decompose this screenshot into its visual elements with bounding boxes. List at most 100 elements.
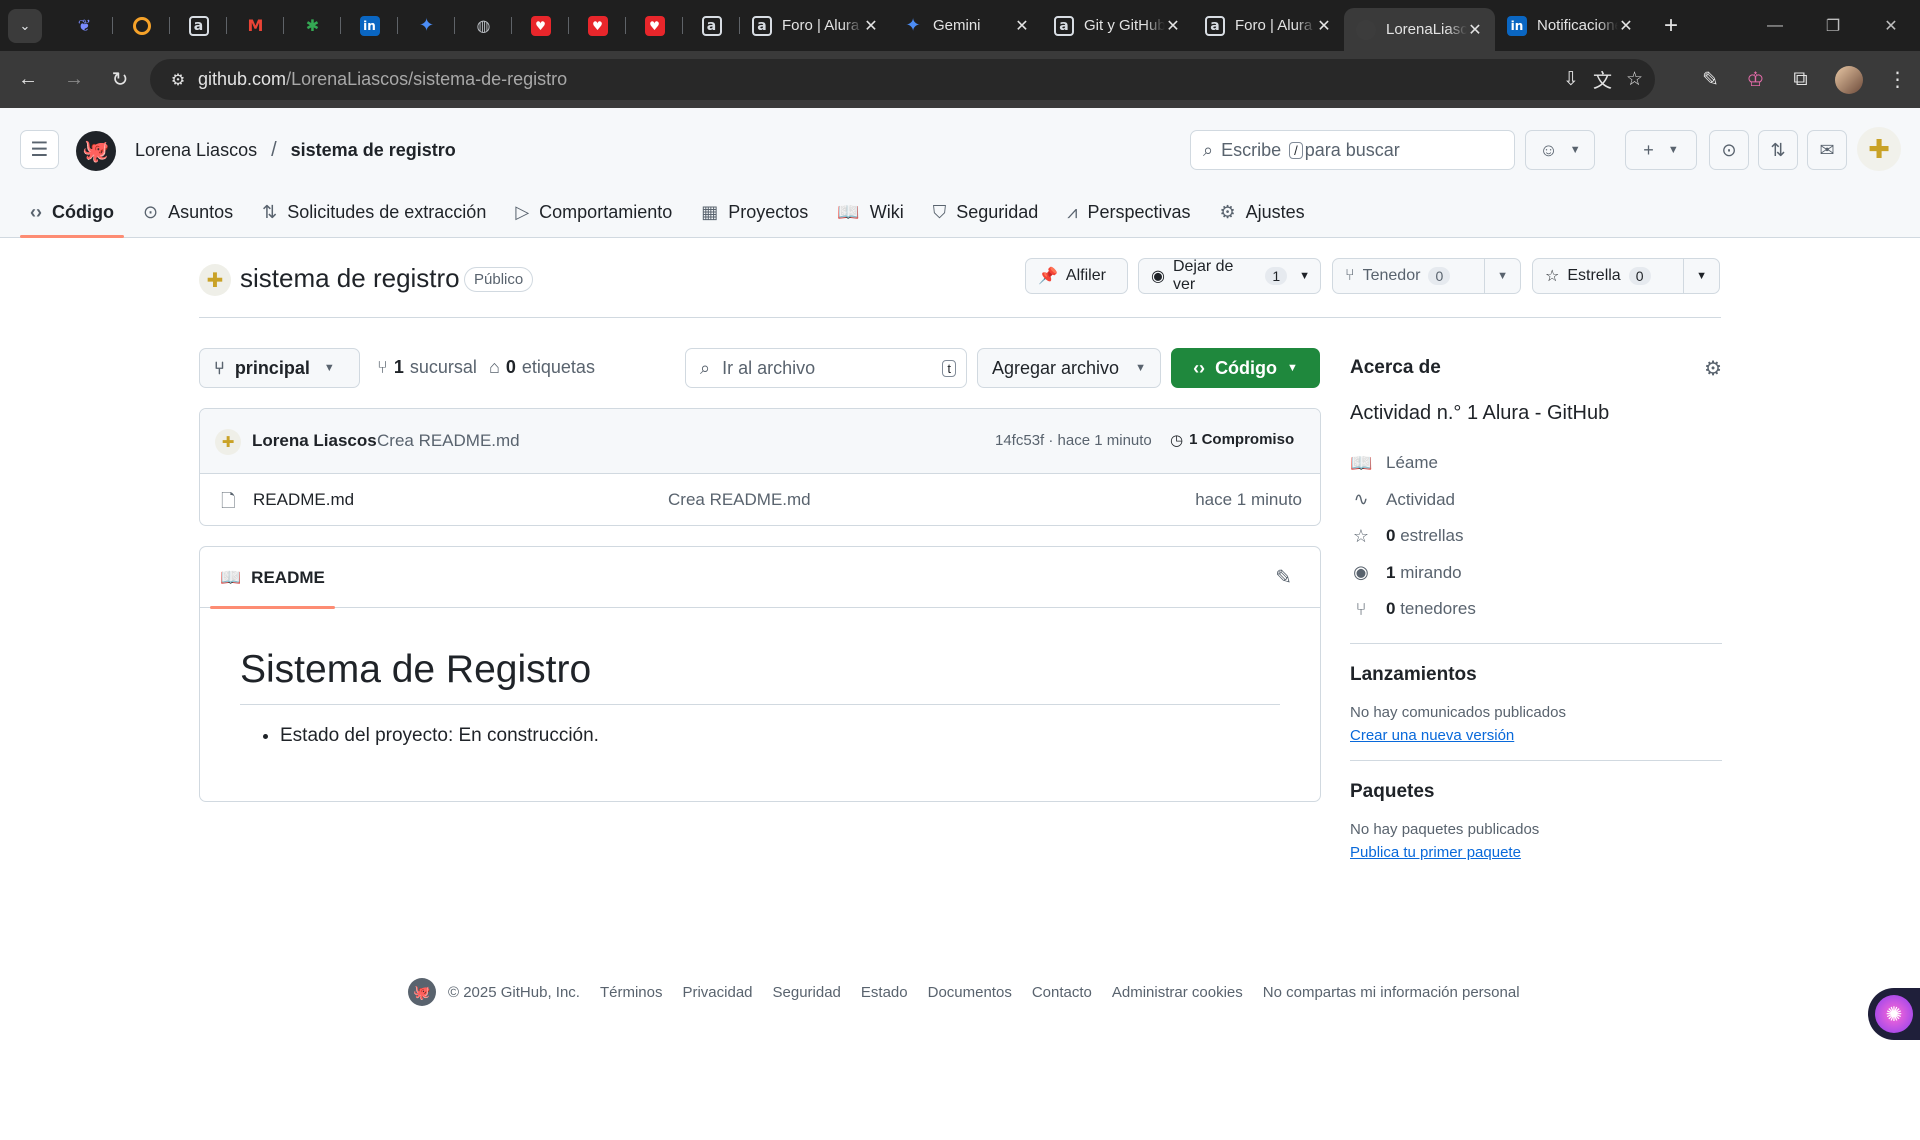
fork-button[interactable]: ⑂ Tenedor 0 ▼	[1332, 258, 1521, 294]
pinned-tab[interactable]: a	[683, 0, 740, 51]
bookmark-star-icon[interactable]: ☆	[1626, 68, 1643, 91]
code-button[interactable]: ‹› Código ▼	[1171, 348, 1320, 388]
footer-link[interactable]: Contacto	[1032, 984, 1092, 1001]
site-info-icon[interactable]: ⚙	[158, 70, 198, 90]
address-bar[interactable]: ⚙ github.com/LorenaLiascos/sistema-de-re…	[150, 59, 1655, 100]
add-file-button[interactable]: Agregar archivo ▼	[977, 348, 1161, 388]
url-text[interactable]: github.com/LorenaLiascos/sistema-de-regi…	[198, 69, 567, 90]
profile-avatar[interactable]	[1835, 65, 1863, 94]
repo-nav-tab[interactable]: ⊙ Asuntos	[133, 186, 243, 238]
global-search-input[interactable]: ⌕ Escribe / para buscar	[1190, 130, 1515, 170]
ai-assistant-bubble[interactable]: ✺	[1868, 988, 1920, 1040]
readme-tab[interactable]: 📖 README	[210, 547, 335, 609]
gear-icon[interactable]: ⚙	[1704, 356, 1722, 381]
about-link[interactable]: ⑂ 0 tenedores	[1350, 591, 1722, 628]
footer-link[interactable]: Estado	[861, 984, 908, 1001]
footer-link[interactable]: Seguridad	[773, 984, 841, 1001]
footer-link[interactable]: Privacidad	[682, 984, 752, 1001]
pinned-tab[interactable]: in	[341, 0, 398, 51]
browser-tab[interactable]: a Foro | Alura ✕	[1193, 0, 1344, 51]
branches-link[interactable]: ⑂ 1 sucursal	[377, 357, 477, 378]
commit-meta[interactable]: 14fc53f · hace 1 minuto	[995, 432, 1152, 449]
repo-nav-tab[interactable]: ▦ Proyectos	[691, 186, 818, 238]
browser-tab[interactable]: in Notificaciones ✕	[1495, 0, 1646, 51]
pull-requests-button[interactable]: ⇅	[1758, 130, 1798, 170]
global-menu-button[interactable]: ☰	[20, 130, 59, 169]
browser-tab[interactable]: a Foro | Alura ✕	[740, 0, 891, 51]
packages-title[interactable]: Paquetes	[1350, 781, 1722, 803]
back-button[interactable]: ←	[10, 62, 46, 98]
star-dropdown[interactable]: ▼	[1683, 259, 1719, 293]
repo-title[interactable]: sistema de registro	[240, 263, 460, 294]
pin-button[interactable]: 📌 Alfiler	[1025, 258, 1128, 294]
close-tab-icon[interactable]: ✕	[1467, 20, 1483, 40]
browser-tab[interactable]: ✦ Gemini ✕	[891, 0, 1042, 51]
kebab-menu-icon[interactable]: ⋮	[1875, 67, 1920, 92]
repo-nav-tab[interactable]: ‹› Código	[20, 186, 124, 238]
pinned-tab[interactable]: ◍	[455, 0, 512, 51]
browser-tab-active[interactable]: LorenaLiascos ✕	[1344, 8, 1495, 51]
close-tab-icon[interactable]: ✕	[1618, 16, 1634, 36]
releases-title[interactable]: Lanzamientos	[1350, 664, 1722, 686]
new-tab-button[interactable]: +	[1654, 12, 1688, 40]
pinned-tab[interactable]: ✦	[398, 0, 455, 51]
repo-nav-tab[interactable]: ⚙ Ajustes	[1210, 186, 1315, 238]
extensions-puzzle-icon[interactable]: ⧉	[1778, 68, 1823, 91]
close-tab-icon[interactable]: ✕	[1165, 16, 1181, 36]
about-link[interactable]: 📖 Léame	[1350, 445, 1722, 482]
pinned-tab[interactable]: ♥	[512, 0, 569, 51]
commit-author[interactable]: Lorena Liascos	[252, 431, 377, 451]
copilot-button[interactable]: ☺ ▼	[1525, 130, 1595, 170]
inbox-button[interactable]: ✉	[1807, 130, 1847, 170]
repo-nav-tab[interactable]: ⛉ Seguridad	[923, 186, 1049, 238]
restore-button[interactable]: ❐	[1804, 0, 1862, 51]
install-app-icon[interactable]: ⇩	[1563, 68, 1579, 91]
about-link[interactable]: ☆ 0 estrellas	[1350, 518, 1722, 555]
close-tab-icon[interactable]: ✕	[1316, 16, 1332, 36]
repo-nav-tab[interactable]: ⩘ Perspectivas	[1057, 186, 1200, 238]
tags-link[interactable]: ⌂ 0 etiquetas	[489, 357, 595, 378]
forward-button[interactable]: →	[56, 62, 92, 98]
user-avatar[interactable]: ✚	[1857, 127, 1901, 171]
tab-search-button[interactable]: ⌄	[8, 8, 42, 43]
repo-nav-tab[interactable]: 📖 Wiki	[827, 186, 913, 238]
repo-nav-tab[interactable]: ▷ Comportamiento	[505, 186, 682, 238]
crown-extension-icon[interactable]: ♔	[1733, 67, 1778, 92]
commit-message[interactable]: Crea README.md	[377, 431, 520, 451]
pinned-tab[interactable]: a	[170, 0, 227, 51]
footer-link[interactable]: Documentos	[928, 984, 1012, 1001]
github-logo-icon[interactable]: 🐙	[76, 131, 116, 171]
close-window-button[interactable]: ✕	[1862, 0, 1920, 51]
github-footer-logo-icon[interactable]: 🐙	[408, 978, 436, 1006]
minimize-button[interactable]: —	[1746, 0, 1804, 51]
about-link[interactable]: ∿ Actividad	[1350, 482, 1722, 519]
close-tab-icon[interactable]: ✕	[863, 16, 879, 36]
pen-extension-icon[interactable]: ✎	[1688, 67, 1733, 92]
pinned-tab[interactable]: M	[227, 0, 284, 51]
pinned-tab[interactable]: ♥	[569, 0, 626, 51]
pinned-tab[interactable]: ❦	[56, 0, 113, 51]
close-tab-icon[interactable]: ✕	[1014, 16, 1030, 36]
issues-button[interactable]: ⊙	[1709, 130, 1749, 170]
file-name[interactable]: README.md	[253, 490, 354, 510]
translate-icon[interactable]: 文	[1593, 66, 1612, 93]
footer-link[interactable]: Términos	[600, 984, 663, 1001]
pinned-tab[interactable]	[113, 0, 170, 51]
pinned-tab[interactable]: ✱	[284, 0, 341, 51]
footer-link[interactable]: Administrar cookies	[1112, 984, 1243, 1001]
star-button[interactable]: ☆ Estrella 0 ▼	[1532, 258, 1720, 294]
create-new-button[interactable]: + ▼	[1625, 130, 1697, 170]
caret-down-icon[interactable]: ▼	[1299, 270, 1310, 282]
file-commit-message[interactable]: Crea README.md	[668, 490, 811, 510]
branch-select-button[interactable]: ⑂ principal ▼	[199, 348, 360, 388]
commit-history-link[interactable]: ◷ 1 Compromiso	[1170, 431, 1294, 449]
about-link[interactable]: ◉ 1 mirando	[1350, 555, 1722, 592]
fork-dropdown[interactable]: ▼	[1484, 259, 1520, 293]
publish-package-link[interactable]: Publica tu primer paquete	[1350, 844, 1521, 861]
browser-tab[interactable]: a Git y GitHub ✕	[1042, 0, 1193, 51]
breadcrumb-owner[interactable]: Lorena Liascos	[135, 140, 257, 161]
breadcrumb-repo[interactable]: sistema de registro	[291, 140, 456, 161]
go-to-file-input[interactable]: ⌕ Ir al archivo t	[685, 348, 967, 388]
watch-button[interactable]: ◉ Dejar de ver 1 ▼	[1138, 258, 1321, 294]
reload-button[interactable]: ↻	[102, 62, 138, 98]
